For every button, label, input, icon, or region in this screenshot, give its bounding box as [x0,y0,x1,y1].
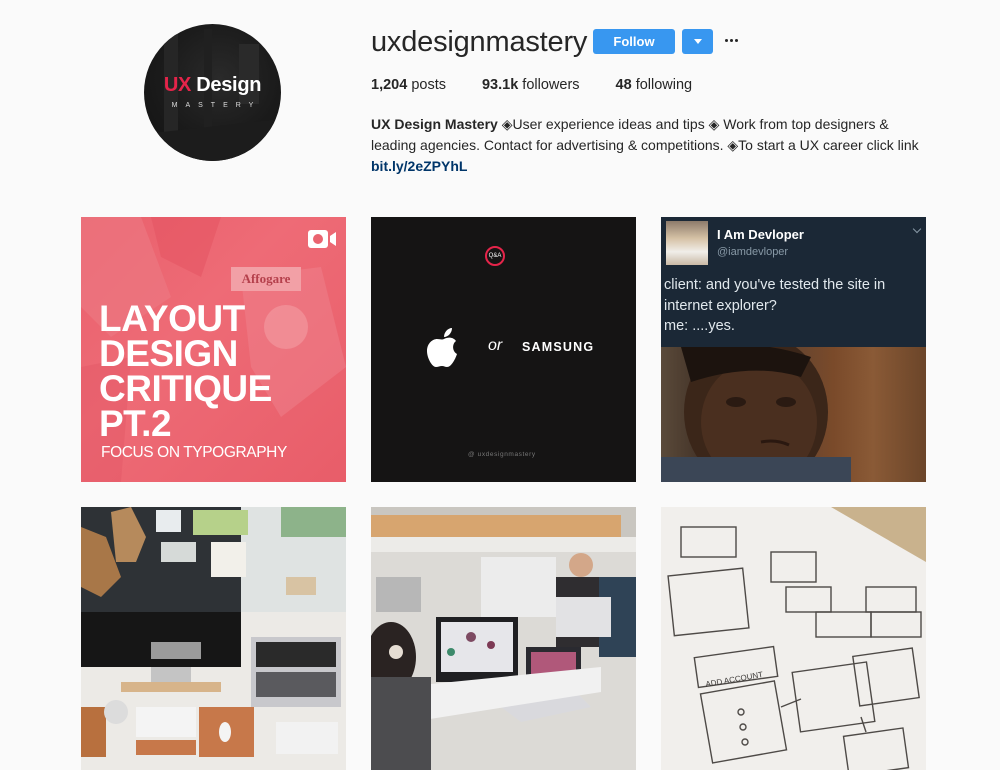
post-tile-layout-critique[interactable]: Affogare LAYOUT DESIGN CRITIQUE PT.2 FOC… [81,217,346,482]
post-tile-devloper-meme[interactable]: I Am Devloper @iamdevloper client: and y… [661,217,926,482]
tweet-author-name: I Am Devloper [717,227,804,242]
apple-logo-icon [427,328,457,367]
profile-bio: UX Design Mastery ◈User experience ideas… [371,114,931,177]
post-tile-office-workspace[interactable] [371,507,636,770]
samsung-logo-text: SAMSUNG [522,340,595,354]
wireframe-photo: ADD ACCOUNT [661,507,926,770]
qa-badge: Q&A [485,246,505,266]
posts-stat: 1,204 posts [371,77,446,93]
video-icon [308,230,336,248]
profile-username: uxdesignmastery [371,26,588,58]
follow-button[interactable]: Follow [593,29,675,54]
caret-down-icon [694,39,702,44]
following-stat[interactable]: 48 following [616,77,693,93]
avatar-mastery-text: MASTERY [171,102,262,109]
post-title: LAYOUT DESIGN CRITIQUE PT.2 [99,298,272,444]
office-photo [371,507,636,770]
chevron-down-icon [912,224,922,234]
suggestions-dropdown-button[interactable] [682,29,713,54]
avatar-ux-text: UX [163,74,192,96]
posts-count: 1,204 [371,77,408,93]
post-tile-desk-setup[interactable] [81,507,346,770]
followers-count: 93.1k [481,77,519,93]
desk-photo [81,507,346,770]
face-illustration [661,334,851,482]
post-tile-apple-or-samsung[interactable]: Q&A or SAMSUNG @ uxdesignmastery [371,217,636,482]
bio-link[interactable]: bit.ly/2eZPYhL [371,158,467,174]
tweet-text: client: and you've tested the site in in… [664,277,886,334]
meme-photo [661,334,926,482]
bio-full-name: UX Design Mastery [371,116,498,132]
post-subtitle: FOCUS ON TYPOGRAPHY [101,444,287,461]
more-options-button[interactable] [722,30,742,50]
watermark-handle: @ uxdesignmastery [468,451,536,458]
followers-stat[interactable]: 93.1k followers [482,77,580,93]
avatar-design-text: Design [191,74,262,96]
tweet-author-handle: @iamdevloper [717,246,789,258]
tweet-avatar [666,221,708,265]
profile-avatar[interactable]: UX Design MASTERY [144,24,281,161]
post-tile-wireframe-sketches[interactable]: ADD ACCOUNT [661,507,926,770]
avatar-logo-text: UX Design [144,74,281,97]
or-text: or [488,337,503,354]
affogare-sign: Affogare [231,267,301,291]
ellipsis-icon [725,39,728,42]
profile-stats: 1,204 posts 93.1k followers 48 following [371,77,728,93]
following-count: 48 [615,77,632,93]
